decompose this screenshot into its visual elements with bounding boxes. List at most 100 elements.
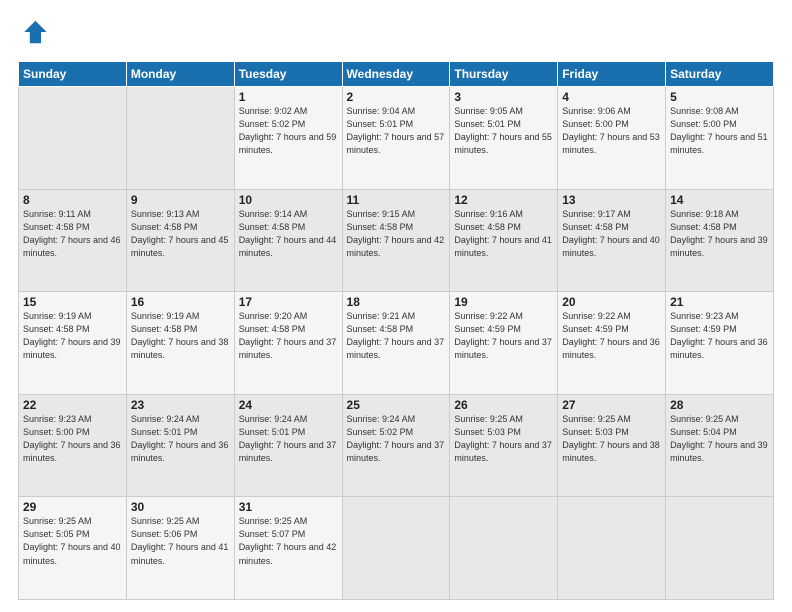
day-number: 3 [454,90,553,104]
day-info: Sunrise: 9:13 AMSunset: 4:58 PMDaylight:… [131,208,230,260]
day-of-week-header: Thursday [450,62,558,87]
day-number: 16 [131,295,230,309]
day-number: 18 [347,295,446,309]
day-info: Sunrise: 9:25 AMSunset: 5:06 PMDaylight:… [131,515,230,567]
calendar-cell [666,497,774,600]
calendar-cell: 23Sunrise: 9:24 AMSunset: 5:01 PMDayligh… [126,394,234,497]
day-number: 26 [454,398,553,412]
day-info: Sunrise: 9:25 AMSunset: 5:05 PMDaylight:… [23,515,122,567]
day-of-week-header: Sunday [19,62,127,87]
calendar-cell [450,497,558,600]
calendar-cell: 5Sunrise: 9:08 AMSunset: 5:00 PMDaylight… [666,87,774,190]
calendar-cell: 30Sunrise: 9:25 AMSunset: 5:06 PMDayligh… [126,497,234,600]
day-info: Sunrise: 9:06 AMSunset: 5:00 PMDaylight:… [562,105,661,157]
calendar-cell: 1Sunrise: 9:02 AMSunset: 5:02 PMDaylight… [234,87,342,190]
day-info: Sunrise: 9:22 AMSunset: 4:59 PMDaylight:… [562,310,661,362]
calendar-cell: 29Sunrise: 9:25 AMSunset: 5:05 PMDayligh… [19,497,127,600]
day-number: 19 [454,295,553,309]
day-info: Sunrise: 9:08 AMSunset: 5:00 PMDaylight:… [670,105,769,157]
day-number: 22 [23,398,122,412]
day-info: Sunrise: 9:25 AMSunset: 5:03 PMDaylight:… [562,413,661,465]
logo-icon [20,18,48,46]
day-info: Sunrise: 9:17 AMSunset: 4:58 PMDaylight:… [562,208,661,260]
day-info: Sunrise: 9:02 AMSunset: 5:02 PMDaylight:… [239,105,338,157]
logo [18,18,48,51]
day-number: 20 [562,295,661,309]
calendar-cell: 8Sunrise: 9:11 AMSunset: 4:58 PMDaylight… [19,189,127,292]
calendar-cell: 21Sunrise: 9:23 AMSunset: 4:59 PMDayligh… [666,292,774,395]
calendar-cell: 19Sunrise: 9:22 AMSunset: 4:59 PMDayligh… [450,292,558,395]
day-info: Sunrise: 9:21 AMSunset: 4:58 PMDaylight:… [347,310,446,362]
day-info: Sunrise: 9:24 AMSunset: 5:01 PMDaylight:… [131,413,230,465]
day-info: Sunrise: 9:20 AMSunset: 4:58 PMDaylight:… [239,310,338,362]
day-number: 8 [23,193,122,207]
day-info: Sunrise: 9:25 AMSunset: 5:04 PMDaylight:… [670,413,769,465]
calendar-cell: 18Sunrise: 9:21 AMSunset: 4:58 PMDayligh… [342,292,450,395]
day-info: Sunrise: 9:14 AMSunset: 4:58 PMDaylight:… [239,208,338,260]
day-number: 30 [131,500,230,514]
day-info: Sunrise: 9:23 AMSunset: 4:59 PMDaylight:… [670,310,769,362]
day-number: 29 [23,500,122,514]
day-number: 24 [239,398,338,412]
day-number: 17 [239,295,338,309]
day-number: 5 [670,90,769,104]
day-info: Sunrise: 9:16 AMSunset: 4:58 PMDaylight:… [454,208,553,260]
day-info: Sunrise: 9:24 AMSunset: 5:02 PMDaylight:… [347,413,446,465]
calendar-cell: 3Sunrise: 9:05 AMSunset: 5:01 PMDaylight… [450,87,558,190]
calendar-cell: 20Sunrise: 9:22 AMSunset: 4:59 PMDayligh… [558,292,666,395]
day-number: 15 [23,295,122,309]
day-of-week-header: Tuesday [234,62,342,87]
day-number: 13 [562,193,661,207]
day-of-week-header: Monday [126,62,234,87]
calendar-cell [558,497,666,600]
day-info: Sunrise: 9:25 AMSunset: 5:07 PMDaylight:… [239,515,338,567]
day-number: 31 [239,500,338,514]
calendar-page: SundayMondayTuesdayWednesdayThursdayFrid… [0,0,792,612]
calendar-cell: 10Sunrise: 9:14 AMSunset: 4:58 PMDayligh… [234,189,342,292]
day-number: 25 [347,398,446,412]
calendar-cell: 2Sunrise: 9:04 AMSunset: 5:01 PMDaylight… [342,87,450,190]
calendar-cell: 31Sunrise: 9:25 AMSunset: 5:07 PMDayligh… [234,497,342,600]
calendar-cell: 9Sunrise: 9:13 AMSunset: 4:58 PMDaylight… [126,189,234,292]
day-number: 27 [562,398,661,412]
day-info: Sunrise: 9:11 AMSunset: 4:58 PMDaylight:… [23,208,122,260]
day-number: 4 [562,90,661,104]
day-of-week-header: Friday [558,62,666,87]
calendar-cell [126,87,234,190]
day-info: Sunrise: 9:19 AMSunset: 4:58 PMDaylight:… [23,310,122,362]
calendar-cell: 4Sunrise: 9:06 AMSunset: 5:00 PMDaylight… [558,87,666,190]
day-info: Sunrise: 9:24 AMSunset: 5:01 PMDaylight:… [239,413,338,465]
day-info: Sunrise: 9:19 AMSunset: 4:58 PMDaylight:… [131,310,230,362]
day-number: 1 [239,90,338,104]
day-info: Sunrise: 9:04 AMSunset: 5:01 PMDaylight:… [347,105,446,157]
day-info: Sunrise: 9:25 AMSunset: 5:03 PMDaylight:… [454,413,553,465]
calendar-cell: 26Sunrise: 9:25 AMSunset: 5:03 PMDayligh… [450,394,558,497]
day-number: 12 [454,193,553,207]
day-number: 2 [347,90,446,104]
day-number: 23 [131,398,230,412]
calendar-cell: 16Sunrise: 9:19 AMSunset: 4:58 PMDayligh… [126,292,234,395]
day-of-week-header: Saturday [666,62,774,87]
day-info: Sunrise: 9:18 AMSunset: 4:58 PMDaylight:… [670,208,769,260]
day-number: 11 [347,193,446,207]
calendar-cell [342,497,450,600]
calendar-cell: 17Sunrise: 9:20 AMSunset: 4:58 PMDayligh… [234,292,342,395]
calendar-cell: 15Sunrise: 9:19 AMSunset: 4:58 PMDayligh… [19,292,127,395]
calendar-table: SundayMondayTuesdayWednesdayThursdayFrid… [18,61,774,600]
calendar-cell: 25Sunrise: 9:24 AMSunset: 5:02 PMDayligh… [342,394,450,497]
page-header [18,18,774,51]
calendar-cell: 14Sunrise: 9:18 AMSunset: 4:58 PMDayligh… [666,189,774,292]
day-info: Sunrise: 9:22 AMSunset: 4:59 PMDaylight:… [454,310,553,362]
calendar-cell: 13Sunrise: 9:17 AMSunset: 4:58 PMDayligh… [558,189,666,292]
day-info: Sunrise: 9:05 AMSunset: 5:01 PMDaylight:… [454,105,553,157]
day-number: 14 [670,193,769,207]
day-number: 9 [131,193,230,207]
calendar-cell: 11Sunrise: 9:15 AMSunset: 4:58 PMDayligh… [342,189,450,292]
day-number: 10 [239,193,338,207]
calendar-cell: 22Sunrise: 9:23 AMSunset: 5:00 PMDayligh… [19,394,127,497]
day-info: Sunrise: 9:23 AMSunset: 5:00 PMDaylight:… [23,413,122,465]
calendar-cell: 28Sunrise: 9:25 AMSunset: 5:04 PMDayligh… [666,394,774,497]
calendar-cell [19,87,127,190]
calendar-cell: 24Sunrise: 9:24 AMSunset: 5:01 PMDayligh… [234,394,342,497]
day-info: Sunrise: 9:15 AMSunset: 4:58 PMDaylight:… [347,208,446,260]
